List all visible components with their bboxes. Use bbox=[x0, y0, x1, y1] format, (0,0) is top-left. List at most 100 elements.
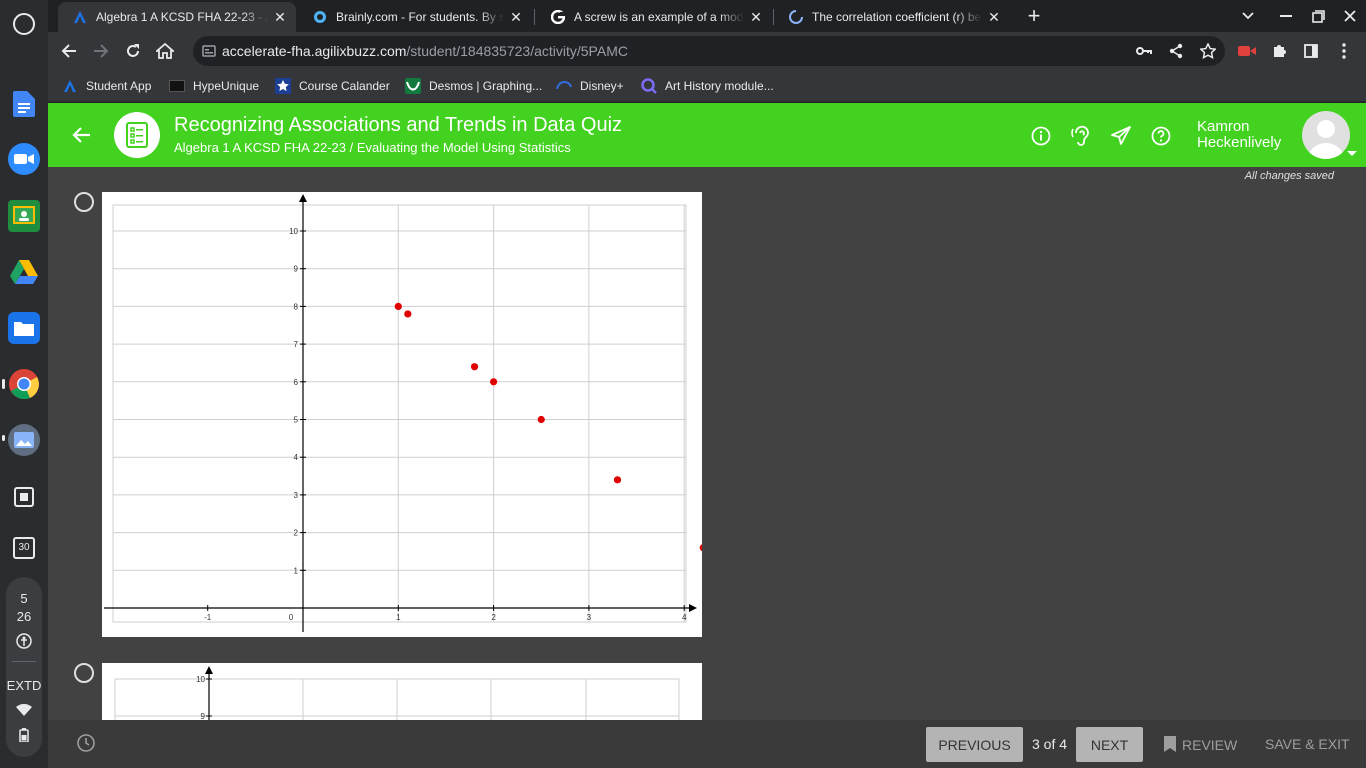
answer-option-radio[interactable] bbox=[74, 663, 94, 683]
y-axis-arrow bbox=[205, 666, 213, 674]
tab-title: Brainly.com - For students. By students. bbox=[336, 10, 504, 24]
bookmark-course-calander[interactable]: Course Calander bbox=[275, 77, 390, 95]
y-tick-label: 5 bbox=[294, 416, 299, 425]
bookmark-label: Art History module... bbox=[665, 79, 774, 93]
bookmark-label: Desmos | Graphing... bbox=[429, 79, 543, 93]
clock-icon[interactable] bbox=[76, 733, 96, 753]
side-panel-icon[interactable] bbox=[1297, 37, 1325, 65]
send-icon[interactable] bbox=[1110, 125, 1132, 147]
clock-hour: 5 bbox=[20, 591, 28, 606]
site-info-icon[interactable] bbox=[202, 44, 216, 63]
back-arrow-icon[interactable] bbox=[70, 123, 94, 147]
display-mode-label: EXTD bbox=[6, 678, 42, 693]
y-tick-label: 8 bbox=[294, 302, 299, 311]
save-exit-button[interactable]: SAVE & EXIT bbox=[1265, 736, 1350, 752]
close-icon[interactable]: ✕ bbox=[508, 9, 524, 25]
scatter-plot-partial: 10 9 bbox=[114, 666, 680, 720]
page-title: Recognizing Associations and Trends in D… bbox=[174, 114, 623, 136]
gallery-icon[interactable] bbox=[8, 424, 40, 456]
tab-title: The correlation coefficient (r) between bbox=[812, 10, 982, 24]
close-icon[interactable]: ✕ bbox=[748, 9, 764, 25]
avatar[interactable] bbox=[1302, 111, 1350, 159]
tab-search-icon[interactable] bbox=[1234, 4, 1262, 28]
desmos-icon bbox=[405, 78, 421, 94]
previous-button[interactable]: PREVIOUS bbox=[926, 727, 1023, 762]
bookmark-desmos[interactable]: Desmos | Graphing... bbox=[405, 77, 542, 95]
screen-capture-icon[interactable] bbox=[8, 481, 40, 513]
tab-brainly[interactable]: Brainly.com - For students. By students.… bbox=[298, 2, 532, 32]
back-icon[interactable] bbox=[55, 37, 83, 65]
close-icon[interactable]: ✕ bbox=[986, 9, 1002, 25]
address-bar[interactable]: accelerate-fha.agilixbuzz.com/student/18… bbox=[193, 36, 1225, 66]
bookmark-icon bbox=[1164, 736, 1176, 752]
calendar-icon[interactable]: 30 bbox=[8, 532, 40, 564]
answer-option-radio[interactable] bbox=[74, 192, 94, 212]
bookmark-label: Course Calander bbox=[299, 79, 390, 93]
google-icon bbox=[550, 9, 566, 25]
minimize-icon[interactable] bbox=[1272, 4, 1300, 28]
user-last-name: Heckenlively bbox=[1197, 134, 1282, 151]
bookmark-star-icon[interactable] bbox=[1194, 37, 1222, 65]
zoom-icon[interactable] bbox=[8, 143, 40, 175]
next-button[interactable]: NEXT bbox=[1076, 727, 1143, 762]
restore-icon[interactable] bbox=[1304, 4, 1332, 28]
reload-icon[interactable] bbox=[119, 37, 147, 65]
quiz-header: Recognizing Associations and Trends in D… bbox=[48, 103, 1366, 167]
review-button[interactable]: REVIEW bbox=[1164, 736, 1237, 753]
files-icon[interactable] bbox=[8, 312, 40, 344]
bookmark-student-app[interactable]: Student App bbox=[62, 77, 151, 95]
docs-icon[interactable] bbox=[8, 88, 40, 120]
y-tick-label: 9 bbox=[294, 265, 299, 274]
listen-icon[interactable] bbox=[1070, 125, 1092, 147]
y-tick-label: 10 bbox=[196, 675, 205, 684]
data-point bbox=[470, 363, 479, 371]
bookmark-label: HypeUnique bbox=[193, 79, 260, 93]
forward-icon[interactable] bbox=[87, 37, 115, 65]
bookmark-hypeunique[interactable]: HypeUnique bbox=[169, 77, 259, 95]
drive-icon[interactable] bbox=[8, 256, 40, 288]
bookmark-label: Student App bbox=[86, 79, 152, 93]
y-tick-label: 2 bbox=[294, 529, 299, 538]
close-icon[interactable]: ✕ bbox=[272, 9, 288, 25]
tab-agilix[interactable]: Algebra 1 A KCSD FHA 22-23 - Agilix Buzz… bbox=[58, 2, 296, 32]
more-menu-icon[interactable] bbox=[1330, 37, 1358, 65]
x-tick-label: -1 bbox=[204, 613, 212, 622]
agilix-icon bbox=[72, 9, 88, 25]
y-tick-label: 4 bbox=[294, 453, 299, 462]
data-point bbox=[699, 544, 707, 552]
user-name[interactable]: Kamron Heckenlively bbox=[1197, 119, 1281, 151]
browser-toolbar: accelerate-fha.agilixbuzz.com/student/18… bbox=[48, 32, 1366, 70]
chrome-icon[interactable] bbox=[8, 368, 40, 400]
status-tray[interactable]: 5 26 EXTD bbox=[6, 577, 42, 757]
key-icon[interactable] bbox=[1130, 37, 1158, 65]
disney-icon bbox=[556, 78, 572, 94]
user-menu-chevron-down-icon[interactable] bbox=[1347, 151, 1357, 156]
home-icon[interactable] bbox=[151, 37, 179, 65]
extension-record-icon[interactable] bbox=[1233, 37, 1261, 65]
loading-icon bbox=[788, 9, 804, 25]
new-tab-button[interactable]: + bbox=[1023, 5, 1045, 28]
launcher-icon[interactable] bbox=[13, 13, 35, 35]
classroom-icon[interactable] bbox=[8, 200, 40, 232]
tab-correlation[interactable]: The correlation coefficient (r) between … bbox=[774, 2, 1010, 32]
x-tick-label: 3 bbox=[587, 613, 592, 622]
x-tick-label: 2 bbox=[491, 613, 496, 622]
y-tick-label: 10 bbox=[289, 227, 298, 236]
y-tick-label: 7 bbox=[294, 340, 299, 349]
question-content: All changes saved -1012345-112345678910 … bbox=[48, 167, 1366, 720]
brainly-icon bbox=[312, 9, 328, 25]
info-icon[interactable] bbox=[1030, 125, 1052, 147]
wifi-icon bbox=[6, 703, 42, 719]
tray-divider bbox=[12, 661, 36, 662]
data-point bbox=[394, 302, 402, 310]
share-icon[interactable] bbox=[1162, 37, 1190, 65]
x-axis-arrow bbox=[689, 604, 697, 612]
close-window-icon[interactable] bbox=[1336, 4, 1364, 28]
bookmark-art-history[interactable]: Art History module... bbox=[641, 77, 774, 95]
tab-google[interactable]: A screw is an example of a modified ✕ bbox=[536, 2, 772, 32]
bookmark-disney[interactable]: Disney+ bbox=[556, 77, 624, 95]
quiz-footer: PREVIOUS 3 of 4 NEXT REVIEW SAVE & EXIT bbox=[48, 720, 1366, 768]
extensions-icon[interactable] bbox=[1265, 37, 1293, 65]
help-icon[interactable] bbox=[1150, 125, 1172, 147]
tab-title: A screw is an example of a modified bbox=[574, 10, 744, 24]
